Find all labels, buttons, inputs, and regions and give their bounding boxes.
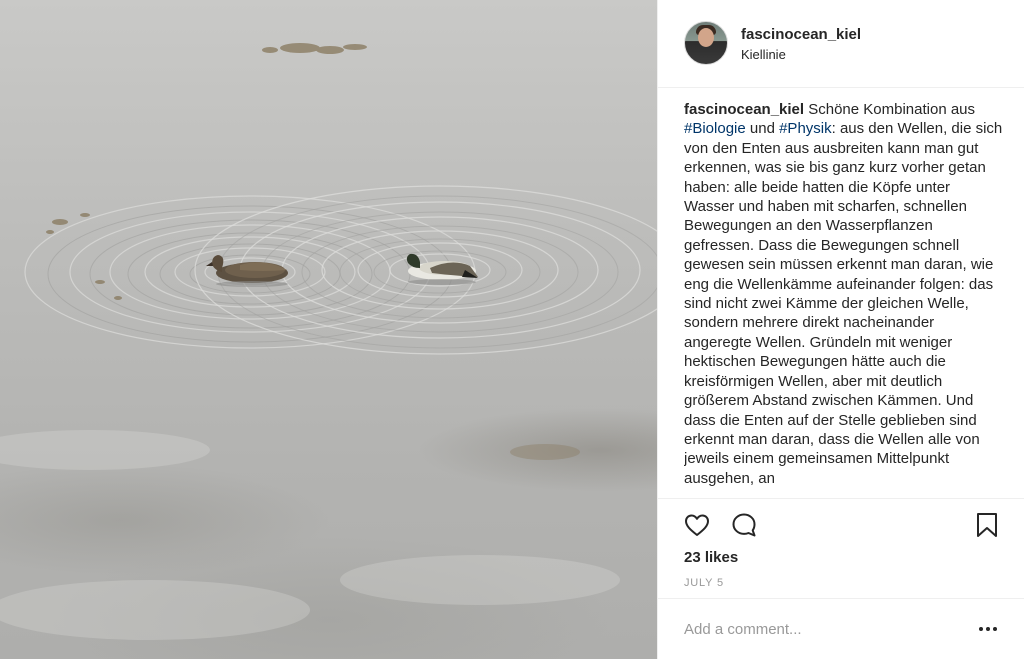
- post-photo[interactable]: [0, 0, 657, 659]
- caption-text-1: Schöne Kombination aus: [804, 101, 976, 118]
- hashtag-physik[interactable]: #Physik: [779, 120, 832, 137]
- comment-button[interactable]: [729, 510, 759, 540]
- duck-pond-image: [0, 43, 657, 640]
- avatar-face: [698, 28, 714, 47]
- comment-bubble-icon: [732, 513, 756, 537]
- more-options-button[interactable]: [976, 619, 1000, 639]
- caption-username[interactable]: fascinocean_kiel: [684, 101, 804, 118]
- bookmark-icon: [977, 513, 997, 537]
- post-date[interactable]: JULY 5: [684, 577, 724, 589]
- more-options-icon: [986, 627, 990, 631]
- post-header: fascinocean_kiel Kiellinie: [658, 0, 1024, 88]
- likes-count[interactable]: 23 likes: [684, 549, 738, 566]
- post-caption: fascinocean_kiel Schöne Kombination aus …: [684, 100, 1004, 498]
- post-location[interactable]: Kiellinie: [741, 47, 786, 62]
- post-actions: [684, 510, 1004, 542]
- caption-text-2: und: [745, 120, 780, 138]
- like-button[interactable]: [682, 510, 712, 540]
- save-button[interactable]: [972, 510, 1002, 540]
- actions-divider: [658, 498, 1024, 499]
- hashtag-biologie[interactable]: #Biologie: [684, 120, 746, 137]
- instagram-post-view: fascinocean_kiel Kiellinie fascinocean_k…: [0, 0, 1024, 659]
- post-username[interactable]: fascinocean_kiel: [741, 26, 861, 43]
- heart-icon: [685, 514, 709, 536]
- more-options-icon: [979, 627, 983, 631]
- post-details-panel: fascinocean_kiel Kiellinie fascinocean_k…: [657, 0, 1024, 659]
- more-options-icon: [993, 627, 997, 631]
- caption-text-3: : aus den Wellen, die sich von den Enten…: [684, 120, 1003, 487]
- avatar[interactable]: [684, 21, 728, 65]
- comment-bar: [658, 598, 1024, 659]
- comment-input[interactable]: [684, 618, 954, 640]
